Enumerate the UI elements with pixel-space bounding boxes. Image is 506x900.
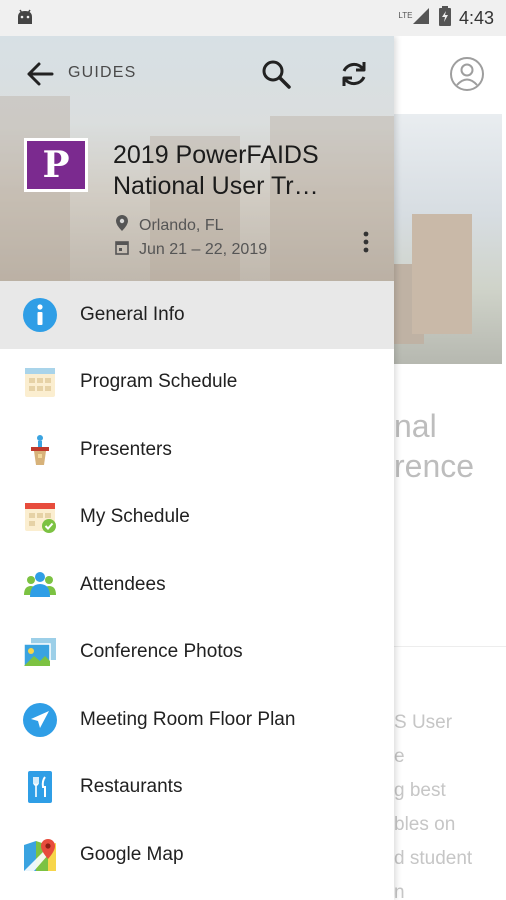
- menu-item-label: Meeting Room Floor Plan: [80, 708, 296, 730]
- drawer-header: GUIDES P 2019 PowerFAIDS National User T…: [0, 36, 394, 281]
- menu-item-google-map[interactable]: Google Map: [0, 821, 394, 889]
- signal-icon: LTE: [392, 6, 431, 31]
- calendar-grid-icon: [22, 364, 58, 400]
- fork-knife-icon: [22, 769, 58, 805]
- network-label: LTE: [398, 11, 413, 20]
- navigation-drawer: GUIDES P 2019 PowerFAIDS National User T…: [0, 36, 394, 900]
- background-divider: [394, 646, 506, 647]
- calendar-check-icon: [22, 499, 58, 535]
- profile-icon[interactable]: [449, 56, 485, 97]
- menu-item-label: My Schedule: [80, 506, 190, 528]
- photos-icon: [22, 634, 58, 670]
- menu-item-meeting-room-floor-plan[interactable]: Meeting Room Floor Plan: [0, 686, 394, 754]
- people-icon: [22, 567, 58, 603]
- background-hero-image: [394, 114, 502, 364]
- menu-item-conference-photos[interactable]: Conference Photos: [0, 619, 394, 687]
- location-pin-icon: [115, 214, 129, 237]
- map-pin-icon: [22, 837, 58, 873]
- menu-item-label: Presenters: [80, 438, 172, 460]
- location-text: Orlando, FL: [139, 216, 224, 234]
- menu-item-attendees[interactable]: Attendees: [0, 551, 394, 619]
- toolbar-title: GUIDES: [68, 64, 137, 81]
- menu-item-label: Program Schedule: [80, 371, 238, 393]
- menu-item-my-schedule[interactable]: My Schedule: [0, 484, 394, 552]
- menu-item-program-schedule[interactable]: Program Schedule: [0, 349, 394, 417]
- menu-item-label: Google Map: [80, 843, 184, 865]
- clock: 4:43: [458, 8, 494, 28]
- background-paragraph: S User e g best bles on d student n: [394, 712, 473, 900]
- background-title: nal rence: [394, 408, 475, 484]
- more-vert-icon[interactable]: [358, 228, 374, 258]
- event-logo: P: [24, 138, 88, 192]
- refresh-icon[interactable]: [336, 56, 372, 92]
- event-title: 2019 PowerFAIDS National User Tr…: [113, 141, 319, 200]
- menu-item-presenters[interactable]: Presenters: [0, 416, 394, 484]
- back-arrow-icon[interactable]: [22, 56, 58, 92]
- menu-item-label: General Info: [80, 303, 185, 325]
- dates-text: Jun 21 – 22, 2019: [139, 240, 268, 258]
- drawer-toolbar: GUIDES: [0, 36, 394, 112]
- status-bar: LTE 4:43: [0, 0, 506, 36]
- navigation-arrow-icon: [22, 702, 58, 738]
- search-icon[interactable]: [258, 56, 294, 92]
- event-location: Orlando, FL: [115, 214, 223, 237]
- menu-item-general-info[interactable]: General Info: [0, 281, 394, 349]
- event-dates: Jun 21 – 22, 2019: [115, 239, 267, 260]
- calendar-icon: [115, 239, 129, 260]
- info-icon: [22, 297, 58, 333]
- menu-item-label: Conference Photos: [80, 641, 243, 663]
- battery-icon: [438, 6, 451, 31]
- menu-item-restaurants[interactable]: Restaurants: [0, 754, 394, 822]
- drawer-menu: General Info Program Schedule Presenters…: [0, 281, 394, 889]
- menu-item-label: Attendees: [80, 573, 166, 595]
- android-icon: [16, 9, 34, 30]
- menu-item-label: Restaurants: [80, 776, 183, 798]
- podium-icon: [22, 432, 58, 468]
